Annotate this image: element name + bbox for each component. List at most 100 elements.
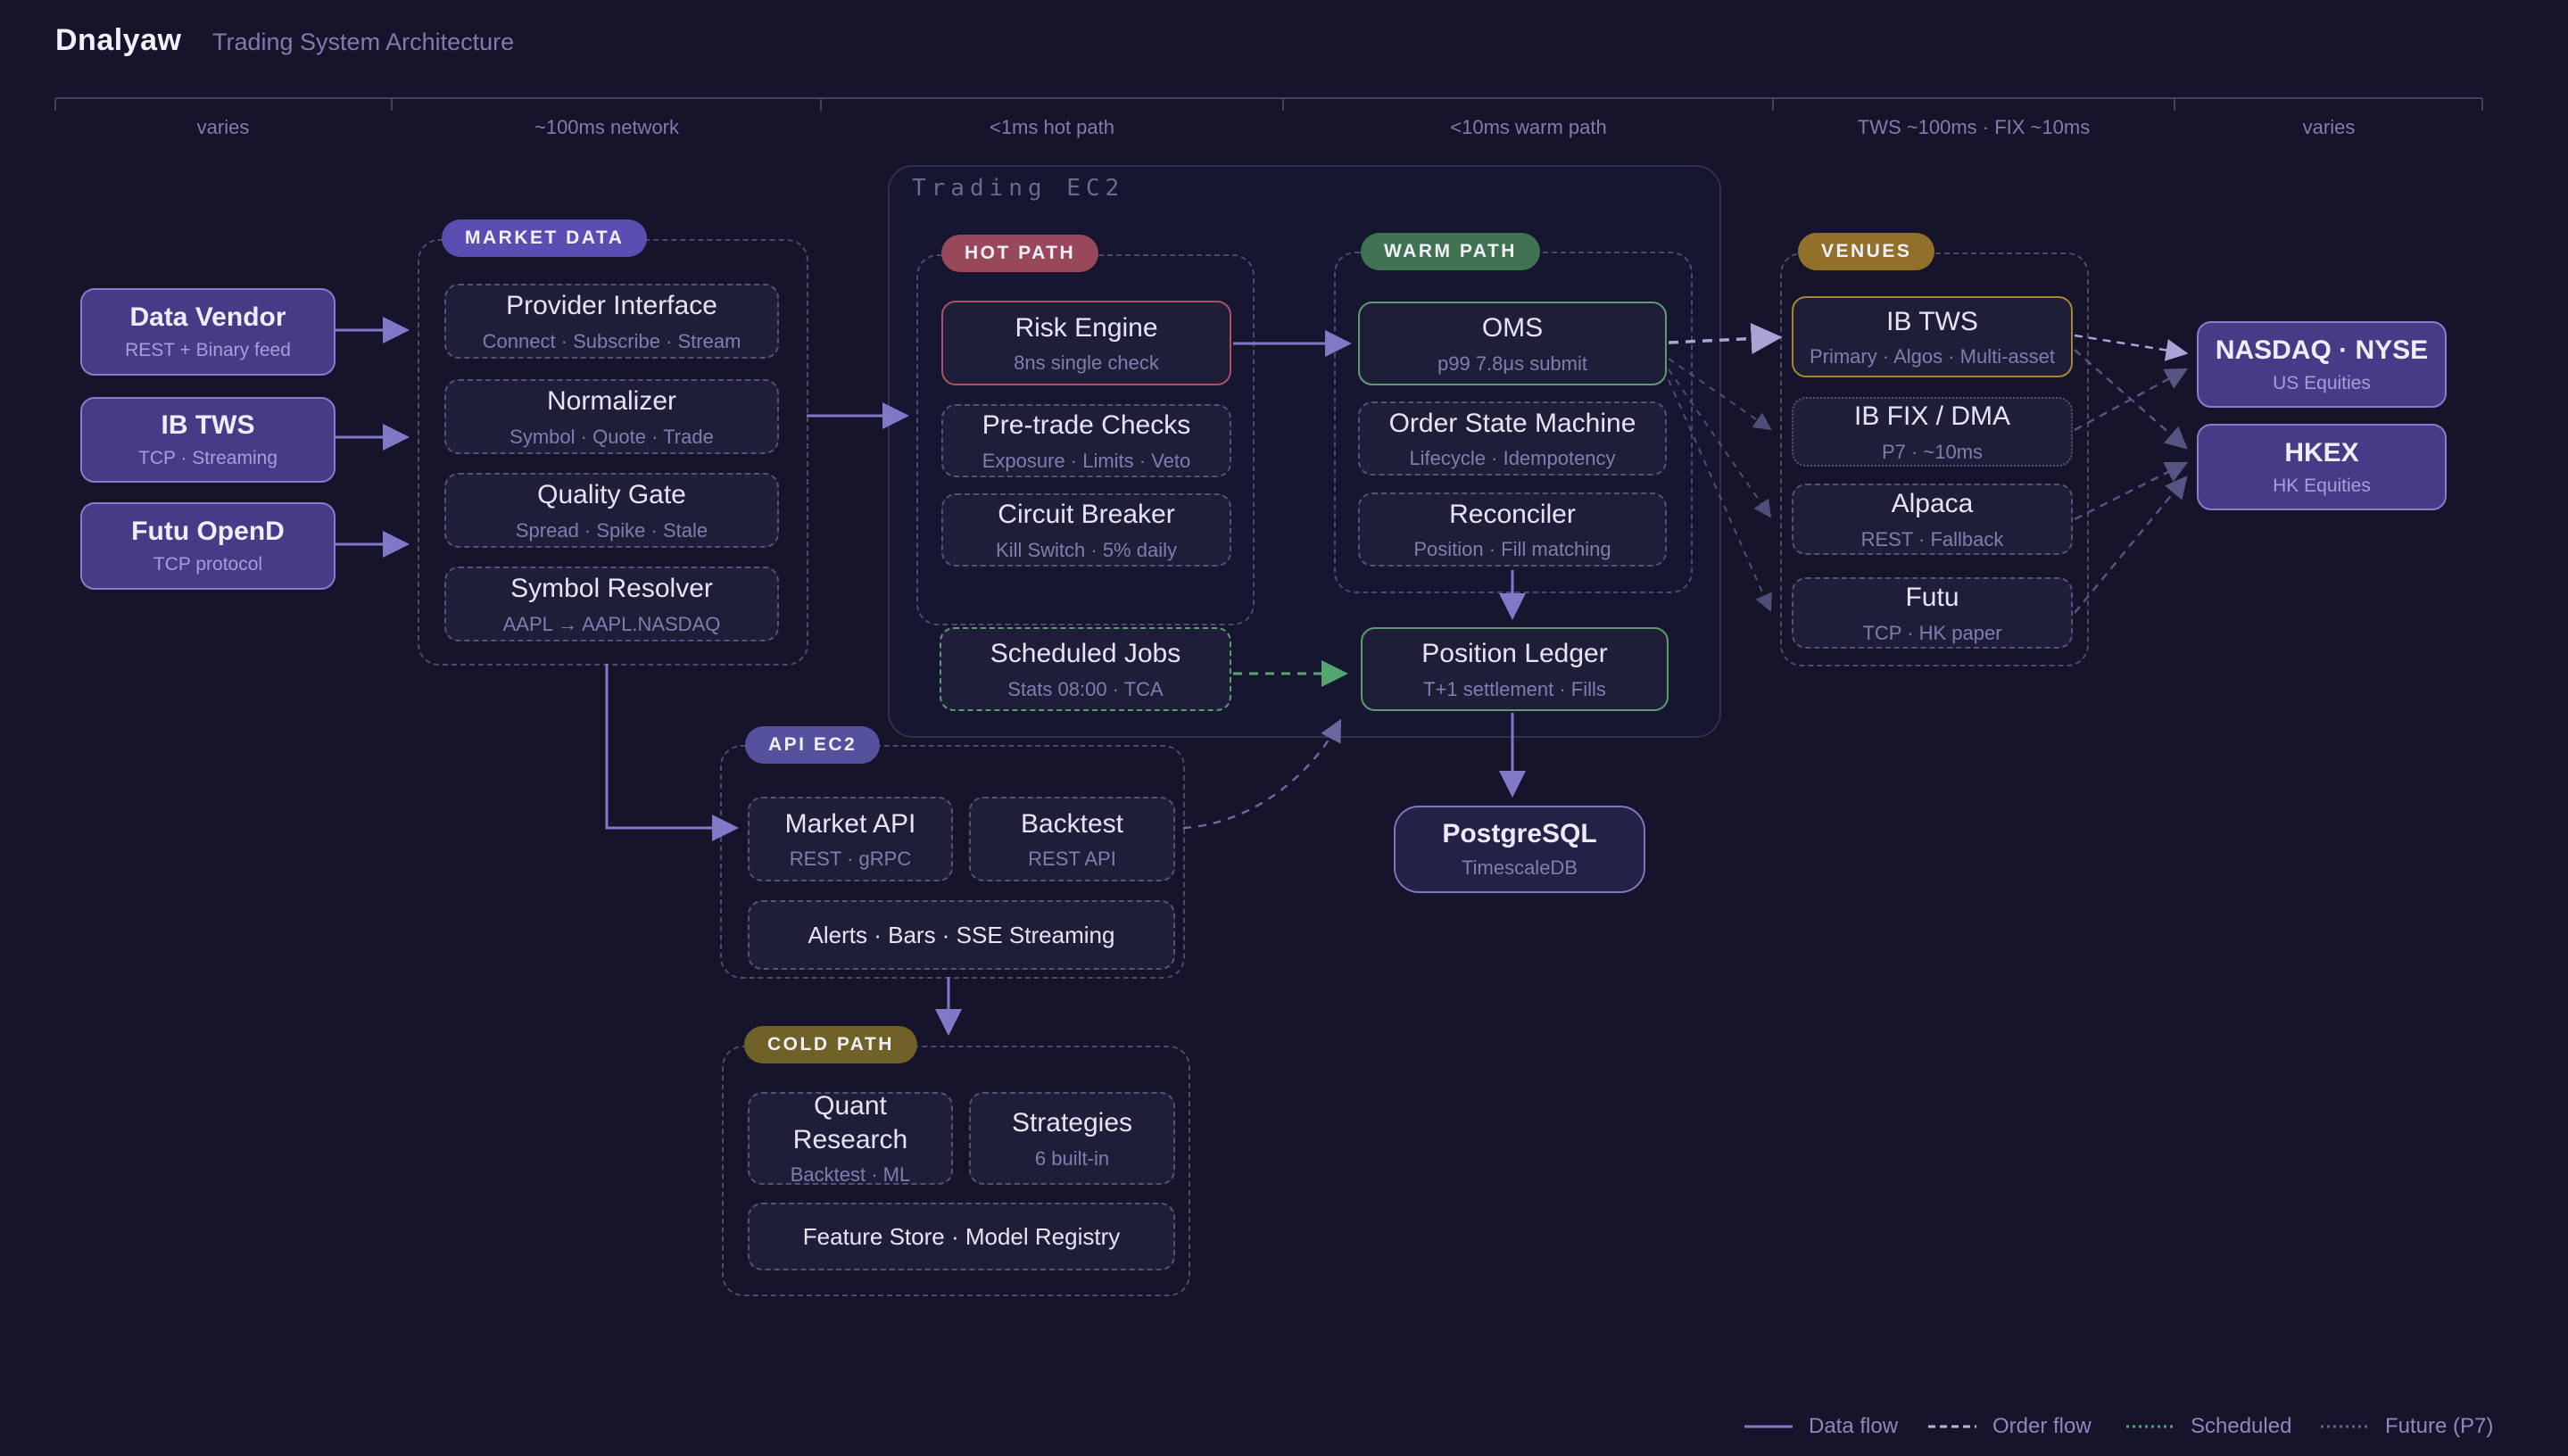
legend-line-order-flow <box>1928 1423 1976 1430</box>
node-title: IB TWS <box>1886 305 1978 339</box>
node-subtitle: REST · gRPC <box>790 848 912 871</box>
node-subtitle: Primary · Algos · Multi-asset <box>1810 345 2055 368</box>
badge-warm-path: WARM PATH <box>1361 233 1540 270</box>
node-quant-research: Quant Research Backtest · ML <box>748 1092 953 1185</box>
legend-item-order-flow: Order flow <box>1928 1414 2092 1439</box>
node-title: Futu <box>1905 581 1959 615</box>
legend-item-future: Future (P7) <box>2321 1414 2493 1439</box>
node-title: PostgreSQL <box>1442 819 1596 849</box>
node-data-vendor: Data Vendor REST + Binary feed <box>80 288 335 376</box>
node-title: Reconciler <box>1449 498 1576 532</box>
legend-line-scheduled <box>2126 1423 2175 1430</box>
node-circuit-breaker: Circuit Breaker Kill Switch · 5% daily <box>941 493 1231 567</box>
node-subtitle: Kill Switch · 5% daily <box>996 539 1177 562</box>
node-venue-ib-tws: IB TWS Primary · Algos · Multi-asset <box>1792 296 2073 377</box>
legend-label: Order flow <box>1992 1414 2092 1439</box>
node-title: Futu OpenD <box>131 517 285 547</box>
badge-market-data: MARKET DATA <box>442 219 647 257</box>
node-market-api: Market API REST · gRPC <box>748 797 953 881</box>
node-title: IB TWS <box>162 410 255 441</box>
node-subtitle: P7 · ~10ms <box>1882 441 1983 464</box>
node-symbol-resolver: Symbol Resolver AAPL → AAPL.NASDAQ <box>444 567 779 641</box>
node-title: Normalizer <box>547 385 676 418</box>
node-risk-engine: Risk Engine 8ns single check <box>941 301 1231 385</box>
node-reconciler: Reconciler Position · Fill matching <box>1358 492 1667 567</box>
badge-venues: VENUES <box>1798 233 1934 270</box>
legend-label: Scheduled <box>2191 1414 2291 1439</box>
node-normalizer: Normalizer Symbol · Quote · Trade <box>444 379 779 454</box>
node-oms: OMS p99 7.8μs submit <box>1358 302 1667 385</box>
node-quality-gate: Quality Gate Spread · Spike · Stale <box>444 473 779 548</box>
node-subtitle: Spread · Spike · Stale <box>516 519 708 542</box>
legend-item-data-flow: Data flow <box>1744 1414 1898 1439</box>
architecture-diagram: Dnalyaw Trading System Architecture <box>0 0 2568 1456</box>
node-subtitle: Backtest · ML <box>791 1163 910 1187</box>
node-subtitle: US Equities <box>2273 373 2371 394</box>
node-subtitle: p99 7.8μs submit <box>1437 352 1587 376</box>
node-title: Market API <box>785 807 916 841</box>
timeline-ruler <box>55 98 2482 111</box>
node-title: Strategies <box>1012 1106 1132 1140</box>
node-title: Data Vendor <box>129 302 286 333</box>
node-title: NASDAQ · NYSE <box>2216 335 2428 366</box>
node-strategies: Strategies 6 built-in <box>969 1092 1175 1185</box>
node-title: Feature Store · Model Registry <box>803 1222 1120 1252</box>
node-title: Quant Research <box>760 1089 940 1156</box>
node-alerts-bars-sse: Alerts · Bars · SSE Streaming <box>748 900 1175 970</box>
node-order-state-machine: Order State Machine Lifecycle · Idempote… <box>1358 401 1667 476</box>
node-title: Alerts · Bars · SSE Streaming <box>808 921 1115 950</box>
node-title: Pre-trade Checks <box>982 409 1190 443</box>
node-subtitle: TCP · HK paper <box>1862 622 2001 645</box>
node-backtest: Backtest REST API <box>969 797 1175 881</box>
node-subtitle: REST + Binary feed <box>125 340 291 361</box>
node-subtitle: Connect · Subscribe · Stream <box>483 330 741 353</box>
node-title: IB FIX / DMA <box>1854 400 2010 434</box>
node-subtitle: Symbol · Quote · Trade <box>509 426 714 449</box>
legend-line-data-flow <box>1744 1423 1793 1430</box>
node-hkex: HKEX HK Equities <box>2197 424 2447 510</box>
legend-label: Data flow <box>1809 1414 1898 1439</box>
node-subtitle: 8ns single check <box>1014 352 1159 375</box>
node-position-ledger: Position Ledger T+1 settlement · Fills <box>1361 627 1669 711</box>
node-subtitle: TCP protocol <box>153 554 262 575</box>
node-subtitle: T+1 settlement · Fills <box>1423 678 1606 701</box>
node-title: Order State Machine <box>1389 407 1636 441</box>
node-ib-tws-source: IB TWS TCP · Streaming <box>80 397 335 483</box>
connector-layer <box>0 0 2568 1456</box>
node-feature-store-model-registry: Feature Store · Model Registry <box>748 1203 1175 1270</box>
badge-cold-path: COLD PATH <box>744 1026 917 1063</box>
badge-api-ec2: API EC2 <box>745 726 880 764</box>
badge-hot-path: HOT PATH <box>941 235 1098 272</box>
legend-line-future <box>2321 1423 2369 1430</box>
node-title: Circuit Breaker <box>998 498 1174 532</box>
node-subtitle: 6 built-in <box>1035 1147 1109 1171</box>
node-pre-trade-checks: Pre-trade Checks Exposure · Limits · Vet… <box>941 404 1231 477</box>
node-scheduled-jobs: Scheduled Jobs Stats 08:00 · TCA <box>940 627 1231 711</box>
node-title: Position Ledger <box>1421 637 1607 671</box>
node-title: Quality Gate <box>537 478 686 512</box>
node-venue-futu: Futu TCP · HK paper <box>1792 577 2073 649</box>
node-subtitle: Lifecycle · Idempotency <box>1409 447 1615 470</box>
node-subtitle: REST API <box>1028 848 1116 871</box>
node-venue-ib-fix-dma: IB FIX / DMA P7 · ~10ms <box>1792 397 2073 467</box>
node-title: Alpaca <box>1892 487 1974 521</box>
node-futu-opend: Futu OpenD TCP protocol <box>80 502 335 590</box>
node-title: Scheduled Jobs <box>990 637 1181 671</box>
node-subtitle: HK Equities <box>2273 476 2371 497</box>
node-venue-alpaca: Alpaca REST · Fallback <box>1792 484 2073 555</box>
legend-item-scheduled: Scheduled <box>2126 1414 2291 1439</box>
node-provider-interface: Provider Interface Connect · Subscribe ·… <box>444 284 779 359</box>
node-title: Backtest <box>1021 807 1123 841</box>
node-subtitle: REST · Fallback <box>1861 528 2004 551</box>
node-subtitle: TCP · Streaming <box>138 448 278 469</box>
node-subtitle: TimescaleDB <box>1462 856 1578 880</box>
node-subtitle: Exposure · Limits · Veto <box>982 450 1191 473</box>
node-title: HKEX <box>2284 438 2358 468</box>
node-postgresql: PostgreSQL TimescaleDB <box>1394 806 1645 893</box>
node-title: OMS <box>1482 311 1543 345</box>
node-title: Provider Interface <box>506 289 717 323</box>
legend-label: Future (P7) <box>2385 1414 2493 1439</box>
node-title: Risk Engine <box>1015 311 1157 345</box>
node-subtitle: Position · Fill matching <box>1413 538 1611 561</box>
node-nasdaq-nyse: NASDAQ · NYSE US Equities <box>2197 321 2447 408</box>
